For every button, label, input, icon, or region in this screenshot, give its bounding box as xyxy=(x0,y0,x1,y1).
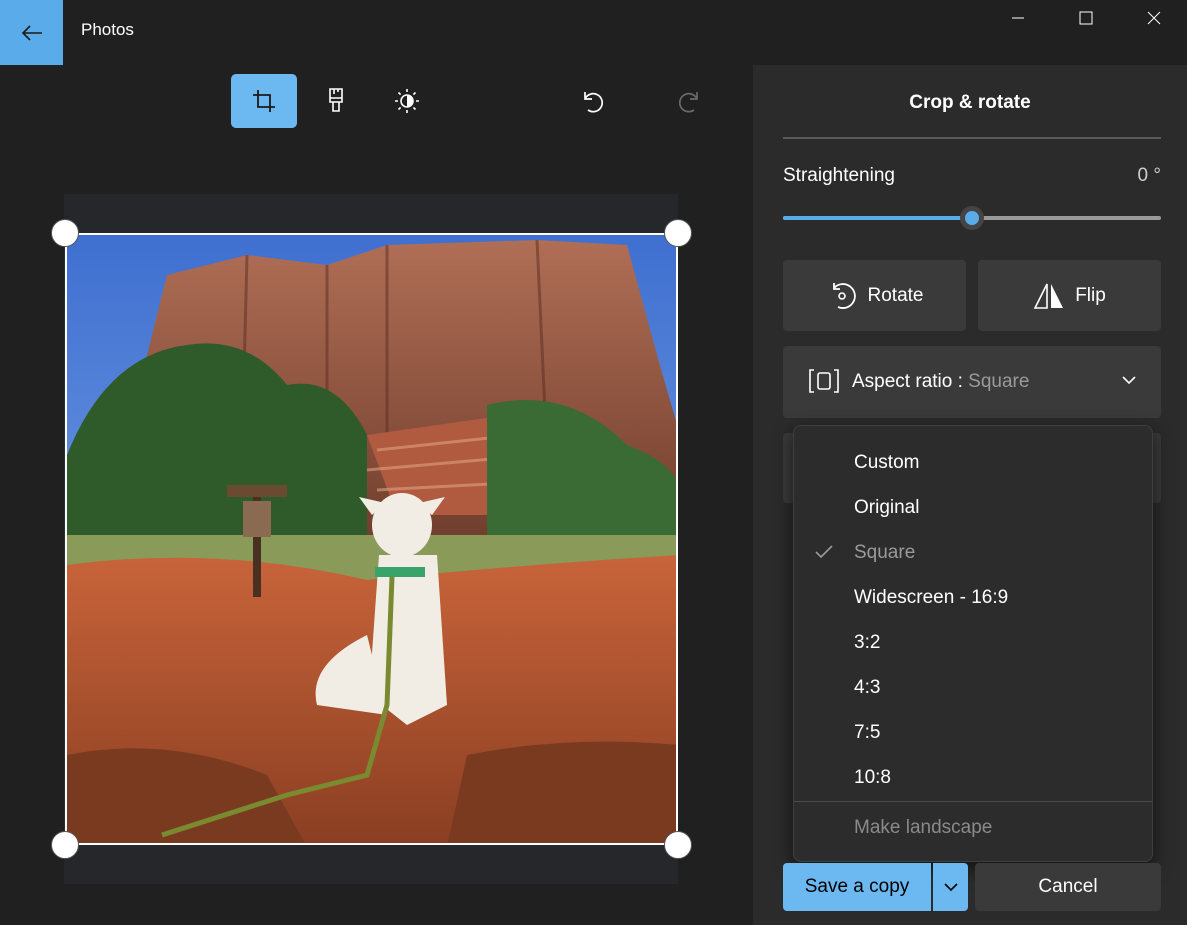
undo-icon xyxy=(584,92,604,113)
close-button[interactable] xyxy=(1120,0,1187,36)
menu-item-label: Original xyxy=(854,497,920,518)
menu-item-label: 4:3 xyxy=(854,677,881,698)
editor-area xyxy=(0,65,753,925)
aspect-ratio-value: Square xyxy=(968,371,1030,392)
arrow-left-icon xyxy=(21,24,42,41)
save-options-button[interactable] xyxy=(933,863,968,911)
menu-item-3-2[interactable]: 3:2 xyxy=(794,620,1152,665)
menu-item-original[interactable]: Original xyxy=(794,485,1152,530)
menu-item-square[interactable]: Square xyxy=(794,530,1152,575)
menu-item-label: 10:8 xyxy=(854,767,891,788)
maximize-icon xyxy=(1079,11,1093,25)
flip-label: Flip xyxy=(1075,284,1106,306)
menu-item-widescreen[interactable]: Widescreen - 16:9 xyxy=(794,575,1152,620)
crop-handle-top-right[interactable] xyxy=(664,219,692,247)
brush-icon xyxy=(329,88,343,112)
panel-title: Crop & rotate xyxy=(909,92,1031,113)
close-icon xyxy=(1147,11,1161,25)
menu-item-label: 7:5 xyxy=(854,722,881,743)
menu-item-make-landscape: Make landscape xyxy=(794,805,1152,850)
aspect-ratio-dropdown[interactable]: Aspect ratio : Square xyxy=(783,346,1161,418)
aspect-ratio-menu: Custom Original Square Widescreen - 16:9… xyxy=(793,425,1153,862)
chevron-down-icon xyxy=(943,883,958,892)
crop-handle-top-left[interactable] xyxy=(51,219,79,247)
menu-item-label: 3:2 xyxy=(854,632,881,653)
menu-item-label: Square xyxy=(854,542,916,563)
crop-icon xyxy=(253,90,275,112)
photo-scene xyxy=(67,235,676,843)
crop-handle-bottom-right[interactable] xyxy=(664,831,692,859)
flip-button[interactable]: Flip xyxy=(978,260,1161,331)
back-button[interactable] xyxy=(0,0,63,65)
redo-button xyxy=(658,74,724,128)
aspect-ratio-icon xyxy=(809,369,839,393)
minimize-button[interactable] xyxy=(984,0,1052,36)
checkmark-icon xyxy=(815,545,833,559)
menu-item-label: Make landscape xyxy=(854,817,993,838)
cancel-button[interactable]: Cancel xyxy=(975,863,1161,911)
brightness-icon xyxy=(395,89,419,113)
slider-thumb[interactable] xyxy=(960,206,984,230)
menu-item-4-3[interactable]: 4:3 xyxy=(794,665,1152,710)
crop-handle-bottom-left[interactable] xyxy=(51,831,79,859)
adjust-tool-button[interactable] xyxy=(374,74,440,128)
photo-image[interactable] xyxy=(65,233,678,845)
aspect-ratio-label: Aspect ratio : xyxy=(852,371,963,392)
slider-fill xyxy=(783,216,972,220)
crop-tool-button[interactable] xyxy=(231,74,297,128)
minimize-icon xyxy=(1012,17,1024,19)
aspect-ratio-text: Aspect ratio : Square xyxy=(852,371,1029,393)
menu-item-label: Widescreen - 16:9 xyxy=(854,587,1009,608)
menu-item-label: Custom xyxy=(854,452,920,473)
menu-item-10-8[interactable]: 10:8 xyxy=(794,755,1152,800)
menu-item-custom[interactable]: Custom xyxy=(794,440,1152,485)
flip-icon xyxy=(1033,283,1064,309)
panel-divider xyxy=(783,137,1161,139)
menu-separator xyxy=(794,801,1152,802)
save-copy-button[interactable]: Save a copy xyxy=(783,863,931,911)
straightening-slider[interactable] xyxy=(783,206,1161,230)
undo-button[interactable] xyxy=(558,74,624,128)
app-title: Photos xyxy=(81,20,134,39)
title-bar: Photos xyxy=(0,0,1187,65)
rotate-icon xyxy=(832,282,856,309)
rotate-button[interactable]: Rotate xyxy=(783,260,966,331)
chevron-down-icon xyxy=(1122,376,1136,385)
straightening-value: 0 ° xyxy=(1137,165,1161,186)
markup-tool-button[interactable] xyxy=(303,74,369,128)
menu-item-7-5[interactable]: 7:5 xyxy=(794,710,1152,755)
rotate-label: Rotate xyxy=(867,284,924,306)
straightening-label: Straightening xyxy=(783,165,895,186)
maximize-button[interactable] xyxy=(1052,0,1120,36)
redo-icon xyxy=(678,92,698,113)
